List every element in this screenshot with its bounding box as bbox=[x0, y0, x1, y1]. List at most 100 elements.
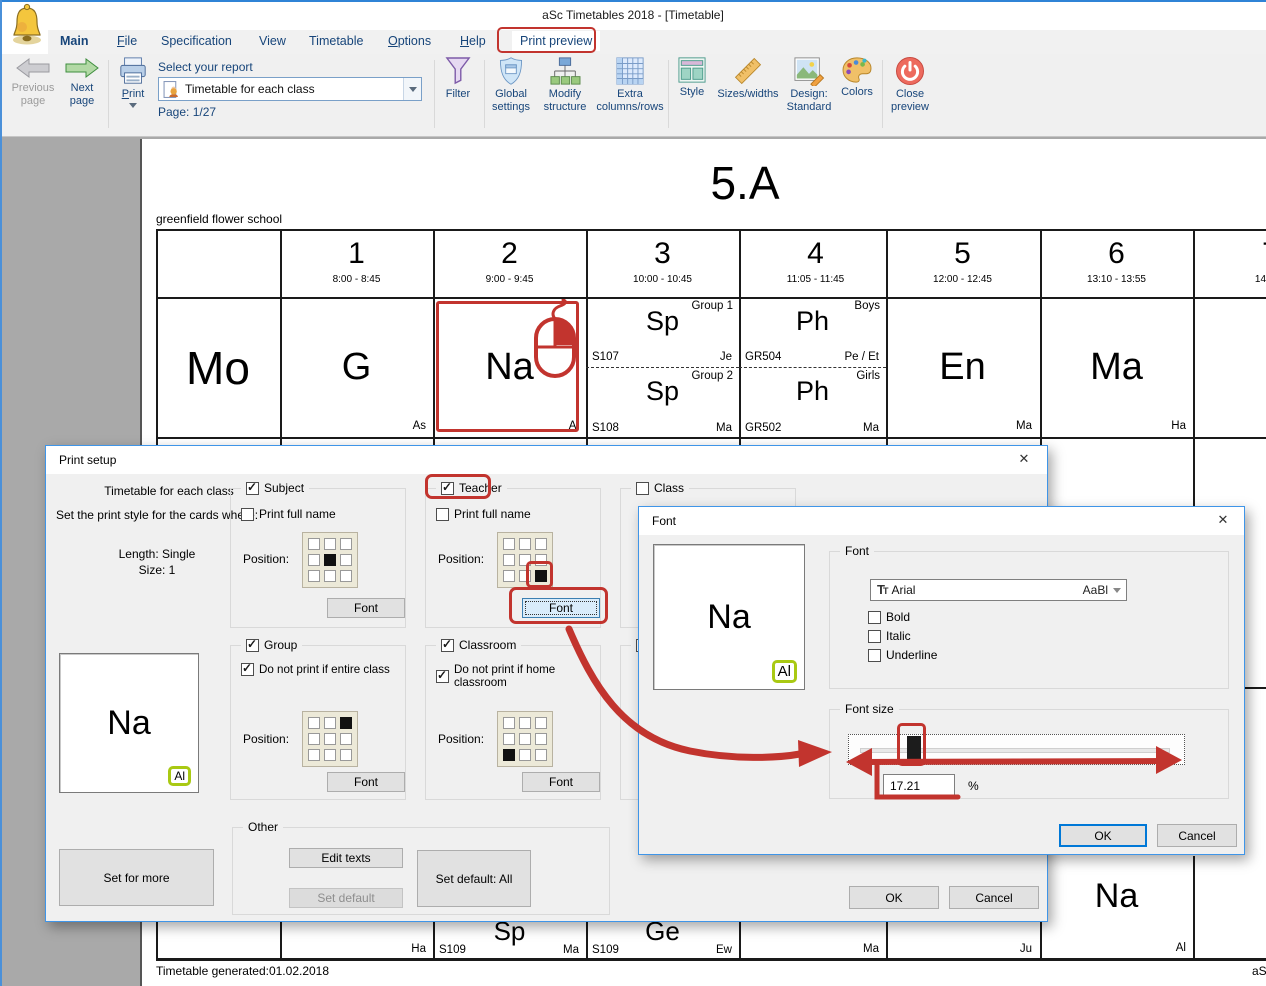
class-checkbox[interactable] bbox=[636, 482, 649, 495]
lesson-cell-split[interactable]: Group 1 Sp S107 Je Group 2 Sp S108 Ma bbox=[586, 298, 739, 437]
font-family-select[interactable]: TT Arial AaBl bbox=[870, 579, 1127, 601]
font-size-slider[interactable] bbox=[848, 734, 1185, 765]
group-font-button[interactable]: Font bbox=[327, 772, 405, 792]
slider-thumb[interactable] bbox=[907, 736, 921, 763]
period-header: 411:05 - 11:45 bbox=[739, 230, 892, 297]
teacher-font-button[interactable]: Font bbox=[522, 598, 600, 618]
modify-structure-button[interactable]: Modifystructure bbox=[536, 56, 594, 114]
chevron-down-icon bbox=[1113, 588, 1121, 593]
lesson-cell[interactable]: Ha bbox=[280, 920, 433, 958]
global-settings-button[interactable]: Globalsettings bbox=[488, 56, 534, 114]
menu-item-print-preview[interactable]: Print preview bbox=[512, 31, 600, 51]
card-preview: Na Al bbox=[653, 544, 805, 690]
window-border-left bbox=[0, 0, 2, 986]
close-icon[interactable]: ✕ bbox=[1212, 512, 1234, 530]
menu-item-file[interactable]: File bbox=[117, 34, 137, 48]
app-logo-bell-icon bbox=[8, 2, 46, 48]
classroom-group: Classroom Do not print if home classroom… bbox=[425, 645, 601, 800]
font-size-group: Font size % bbox=[829, 709, 1229, 799]
chevron-down-icon bbox=[129, 103, 137, 108]
subject-group: Subject Print full name Position: Font bbox=[230, 488, 406, 628]
dialog-title: Print setup bbox=[59, 453, 116, 467]
menu-item-help[interactable]: Help bbox=[460, 34, 486, 48]
lesson-cell[interactable]: Ma bbox=[739, 920, 886, 958]
classroom-font-button[interactable]: Font bbox=[522, 772, 600, 792]
period-header: 714:00 - bbox=[1194, 230, 1266, 297]
sizes-widths-button[interactable]: Sizes/widths bbox=[714, 56, 782, 101]
close-preview-button[interactable]: Closepreview bbox=[886, 56, 934, 114]
design-standard-button[interactable]: Design:Standard bbox=[784, 56, 834, 114]
report-select[interactable]: Timetable for each class bbox=[158, 77, 422, 101]
teacher-checkbox[interactable] bbox=[441, 482, 454, 495]
period-header: 29:00 - 9:45 bbox=[433, 230, 586, 297]
close-icon[interactable]: ✕ bbox=[1013, 451, 1035, 469]
group-entire-class-checkbox[interactable] bbox=[241, 663, 254, 676]
cancel-button[interactable]: Cancel bbox=[949, 886, 1039, 909]
classroom-home-checkbox[interactable] bbox=[436, 670, 449, 683]
subject-position-grid[interactable] bbox=[302, 532, 358, 588]
truetype-icon: TT bbox=[877, 582, 886, 597]
report-icon bbox=[163, 81, 180, 98]
subject-fullname-checkbox[interactable] bbox=[241, 508, 254, 521]
underline-checkbox[interactable] bbox=[868, 649, 881, 662]
teacher-position-grid[interactable] bbox=[497, 532, 553, 588]
subject-checkbox[interactable] bbox=[246, 482, 259, 495]
next-page-button[interactable]: Nextpage bbox=[60, 56, 104, 108]
teacher-highlight: Al bbox=[772, 660, 797, 683]
separator bbox=[882, 60, 883, 128]
lesson-cell[interactable]: Ma Ha bbox=[1040, 298, 1193, 437]
font-select-dropdown-button[interactable] bbox=[1108, 580, 1126, 600]
ok-button[interactable]: OK bbox=[849, 886, 939, 909]
grid-line bbox=[1245, 687, 1266, 689]
report-select-dropdown-button[interactable] bbox=[403, 78, 421, 100]
classroom-checkbox[interactable] bbox=[441, 639, 454, 652]
classroom-position-grid[interactable] bbox=[497, 711, 553, 767]
period-header: 310:00 - 10:45 bbox=[586, 230, 739, 297]
structure-tree-icon bbox=[549, 56, 581, 86]
group-checkbox[interactable] bbox=[246, 639, 259, 652]
set-for-more-button[interactable]: Set for more bbox=[59, 849, 214, 906]
lesson-cell[interactable]: Na Al bbox=[1040, 856, 1193, 958]
lesson-cell[interactable]: Ju bbox=[886, 920, 1039, 958]
menu-item-view[interactable]: View bbox=[259, 34, 286, 48]
separator bbox=[484, 60, 485, 128]
set-default-button[interactable]: Set default bbox=[289, 888, 403, 908]
extra-columns-rows-button[interactable]: Extracolumns/rows bbox=[596, 56, 664, 114]
lesson-cell[interactable]: En Ma bbox=[886, 298, 1039, 437]
font-sample: AaBl bbox=[1083, 583, 1108, 597]
edit-texts-button[interactable]: Edit texts bbox=[289, 848, 403, 868]
lesson-cell[interactable]: Ge S109 Ew bbox=[586, 918, 739, 958]
class-title: 5.A bbox=[565, 156, 925, 210]
lesson-cell[interactable]: G As bbox=[280, 298, 433, 437]
lesson-cell-split[interactable]: Boys Ph GR504 Pe / Et Girls Ph GR502 Ma bbox=[739, 298, 886, 437]
font-size-input[interactable] bbox=[883, 774, 955, 797]
subject-font-button[interactable]: Font bbox=[327, 598, 405, 618]
menu-item-options[interactable]: Options bbox=[388, 34, 431, 48]
font-family-value: Arial bbox=[886, 583, 1082, 597]
print-button[interactable]: Print bbox=[112, 56, 154, 108]
previous-page-button[interactable]: Previouspage bbox=[6, 56, 60, 108]
mouse-icon bbox=[527, 299, 583, 379]
cancel-button[interactable]: Cancel bbox=[1157, 824, 1237, 847]
set-default-all-button[interactable]: Set default: All bbox=[417, 850, 531, 907]
filter-button[interactable]: Filter bbox=[436, 56, 480, 101]
shield-icon bbox=[497, 56, 525, 86]
italic-checkbox[interactable] bbox=[868, 630, 881, 643]
ok-button[interactable]: OK bbox=[1059, 824, 1147, 847]
colors-button[interactable]: Colors bbox=[836, 56, 878, 99]
grid-line bbox=[1193, 856, 1195, 960]
lesson-cell[interactable]: Sp S109 Ma bbox=[433, 918, 586, 958]
group-position-grid[interactable] bbox=[302, 711, 358, 767]
teacher-fullname-checkbox[interactable] bbox=[436, 508, 449, 521]
group-group: Group Do not print if entire class Posit… bbox=[230, 645, 406, 800]
report-select-value: Timetable for each class bbox=[180, 82, 403, 96]
report-select-label: Select your report bbox=[158, 60, 253, 74]
bold-checkbox[interactable] bbox=[868, 611, 881, 624]
footer-generated: Timetable generated:01.02.2018 bbox=[156, 964, 329, 978]
style-button[interactable]: Style bbox=[672, 56, 712, 99]
menu-item-specification[interactable]: Specification bbox=[161, 34, 232, 48]
menu-item-main[interactable]: Main bbox=[60, 34, 88, 48]
menu-item-timetable[interactable]: Timetable bbox=[309, 34, 363, 48]
printer-icon bbox=[118, 56, 148, 86]
palette-icon bbox=[841, 56, 873, 84]
